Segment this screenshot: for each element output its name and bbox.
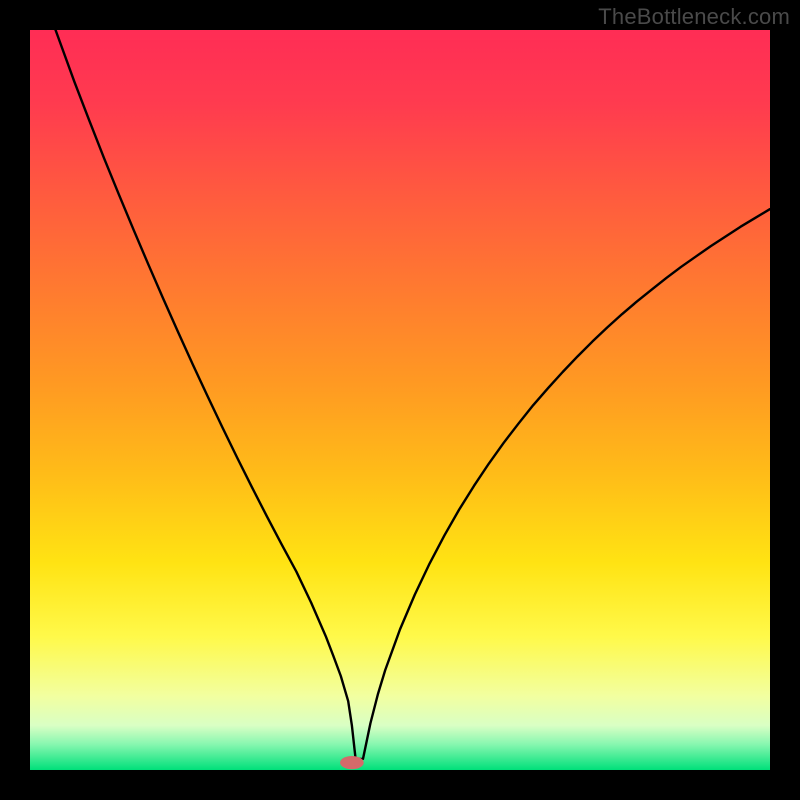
gradient-background xyxy=(30,30,770,770)
plot-area xyxy=(30,30,770,770)
chart-frame: TheBottleneck.com xyxy=(0,0,800,800)
chart-svg xyxy=(30,30,770,770)
watermark-text: TheBottleneck.com xyxy=(598,4,790,30)
minimum-marker xyxy=(340,756,364,769)
